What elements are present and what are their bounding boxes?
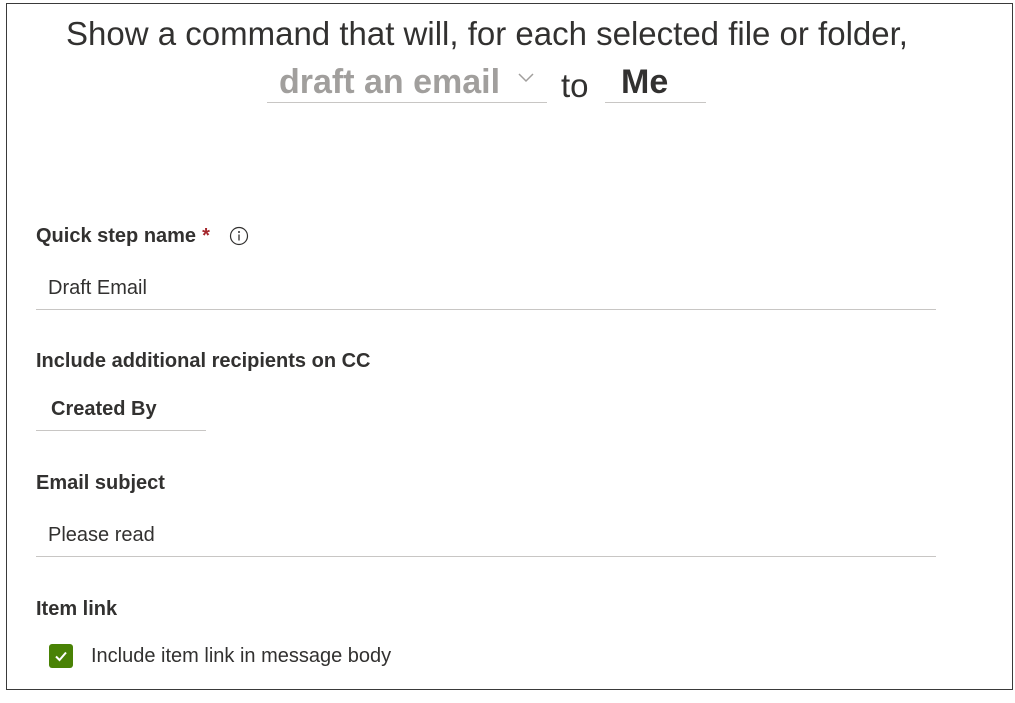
email-subject-label: Email subject xyxy=(36,472,165,494)
cc-recipients-label: Include additional recipients on CC xyxy=(36,350,371,372)
quick-step-name-value: Draft Email xyxy=(48,277,147,299)
email-subject-value: Please read xyxy=(48,524,155,546)
cc-recipients-dropdown[interactable]: Created By xyxy=(36,390,206,431)
item-link-checkbox[interactable] xyxy=(49,644,73,668)
quick-step-name-label: Quick step name * xyxy=(36,225,210,248)
required-asterisk: * xyxy=(202,225,210,247)
action-dropdown[interactable]: draft an email xyxy=(267,62,547,103)
quick-step-panel: Show a command that will, for each selec… xyxy=(6,3,1013,690)
recipient-dropdown[interactable]: Me xyxy=(605,62,706,103)
item-link-checkbox-label[interactable]: Include item link in message body xyxy=(91,645,391,668)
command-sentence-row: draft an email to Me xyxy=(7,62,967,108)
quick-step-name-input[interactable]: Draft Email xyxy=(36,269,936,310)
checkmark-icon xyxy=(55,651,67,662)
info-icon[interactable] xyxy=(229,226,249,246)
quick-step-name-label-text: Quick step name xyxy=(36,225,197,247)
command-sentence: Show a command that will, for each selec… xyxy=(66,15,908,52)
chevron-down-icon xyxy=(518,73,534,83)
cc-recipients-value: Created By xyxy=(51,398,157,420)
recipient-value: Me xyxy=(621,63,669,101)
to-word: to xyxy=(561,67,589,104)
action-dropdown-value: draft an email xyxy=(279,63,501,101)
item-link-label: Item link xyxy=(36,598,118,620)
email-subject-input[interactable]: Please read xyxy=(36,516,936,557)
